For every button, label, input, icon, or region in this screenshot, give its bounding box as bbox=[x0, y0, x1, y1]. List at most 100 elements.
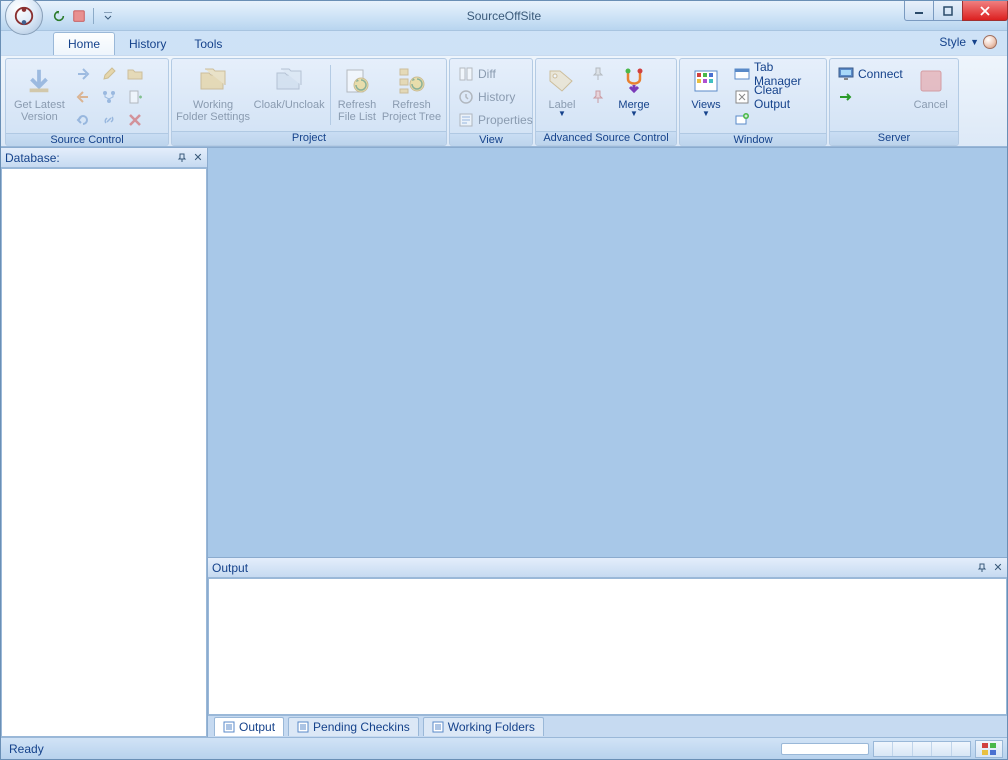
tag-icon bbox=[548, 69, 576, 93]
minimize-button[interactable] bbox=[904, 1, 934, 21]
monitor-icon bbox=[838, 66, 854, 82]
output-panel-title: Output bbox=[212, 561, 248, 575]
pin-panel-button[interactable] bbox=[975, 561, 989, 575]
bottom-tab-output[interactable]: Output bbox=[214, 717, 284, 736]
close-icon bbox=[979, 6, 991, 16]
clock-icon bbox=[458, 89, 474, 105]
style-label: Style bbox=[939, 35, 966, 49]
database-panel-header[interactable]: Database: ✕ bbox=[1, 148, 207, 168]
maximize-button[interactable] bbox=[933, 1, 963, 21]
chevron-down-icon: ▼ bbox=[630, 109, 638, 118]
window-icon bbox=[734, 66, 750, 82]
cloak-folders-icon bbox=[273, 67, 305, 95]
cancel-stop-icon bbox=[918, 68, 944, 94]
cloak-uncloak-button[interactable]: Cloak/Uncloak bbox=[252, 61, 326, 129]
reconnect-button[interactable] bbox=[834, 86, 907, 108]
maximize-icon bbox=[943, 6, 953, 16]
view-switcher[interactable] bbox=[873, 741, 971, 757]
properties-icon bbox=[458, 112, 474, 128]
pin-panel-button[interactable] bbox=[175, 151, 189, 165]
label-button[interactable]: Label ▼ bbox=[540, 61, 584, 129]
chevron-down-icon: ▼ bbox=[558, 109, 566, 118]
stop-icon bbox=[72, 9, 86, 23]
pin-button[interactable] bbox=[586, 63, 610, 85]
share-button[interactable] bbox=[97, 109, 121, 131]
merge-button[interactable]: Merge ▼ bbox=[612, 61, 656, 129]
group-advanced-source-control: Label ▼ Merge ▼ Advanced Source Control bbox=[535, 58, 677, 146]
edit-button[interactable] bbox=[97, 63, 121, 85]
close-button[interactable] bbox=[962, 1, 1008, 21]
properties-button[interactable]: Properties bbox=[454, 109, 537, 131]
qat-refresh-button[interactable] bbox=[51, 8, 67, 24]
clear-output-button[interactable]: Clear Output bbox=[730, 86, 822, 108]
group-project: Working Folder Settings Cloak/Uncloak Re… bbox=[171, 58, 447, 146]
right-area: Output ✕ Output Pending Checkins Working… bbox=[208, 148, 1007, 737]
quick-access-toolbar bbox=[51, 8, 116, 24]
output-panel-header[interactable]: Output ✕ bbox=[208, 558, 1007, 578]
status-tray-button[interactable] bbox=[975, 740, 1003, 758]
group-label: View bbox=[450, 133, 532, 146]
database-tree-view[interactable] bbox=[1, 168, 207, 737]
ribbon-tab-strip: Home History Tools Style ▼ bbox=[1, 31, 1007, 55]
get-latest-version-button[interactable]: Get Latest Version bbox=[10, 61, 69, 129]
qat-customize-button[interactable] bbox=[100, 8, 116, 24]
refresh-file-list-button[interactable]: Refresh File List bbox=[335, 61, 379, 129]
bottom-tab-strip: Output Pending Checkins Working Folders bbox=[208, 715, 1007, 737]
tab-history[interactable]: History bbox=[115, 33, 180, 55]
views-button[interactable]: Views ▼ bbox=[684, 61, 728, 129]
client-area: Database: ✕ Output ✕ Output Pending Chec… bbox=[1, 147, 1007, 737]
output-text-area[interactable] bbox=[208, 578, 1007, 715]
cancel-button[interactable]: Cancel bbox=[909, 61, 953, 129]
views-grid-icon bbox=[693, 69, 719, 93]
list-icon bbox=[223, 721, 235, 733]
pushpin-icon bbox=[977, 563, 987, 573]
unpin-icon bbox=[590, 89, 606, 105]
separator bbox=[330, 65, 331, 125]
output-panel: Output ✕ Output Pending Checkins Working… bbox=[208, 557, 1007, 737]
checkin-arrow-icon bbox=[75, 89, 91, 105]
bottom-tab-working-folders[interactable]: Working Folders bbox=[423, 717, 544, 736]
reconnect-arrow-icon bbox=[838, 89, 854, 105]
undo-checkout-button[interactable] bbox=[71, 109, 95, 131]
app-orb-button[interactable] bbox=[5, 0, 43, 35]
close-panel-button[interactable]: ✕ bbox=[991, 561, 1005, 575]
working-folder-settings-button[interactable]: Working Folder Settings bbox=[176, 61, 250, 129]
delete-button[interactable] bbox=[123, 109, 147, 131]
style-menu[interactable]: Style ▼ bbox=[939, 35, 997, 49]
download-arrow-icon bbox=[24, 66, 54, 96]
pencil-icon bbox=[101, 66, 117, 82]
tab-tools[interactable]: Tools bbox=[180, 33, 236, 55]
tab-home[interactable]: Home bbox=[53, 32, 115, 55]
history-button[interactable]: History bbox=[454, 86, 537, 108]
new-window-button[interactable] bbox=[730, 109, 822, 131]
ribbon: Get Latest Version Source Control bbox=[1, 55, 1007, 147]
connect-button[interactable]: Connect bbox=[834, 63, 907, 85]
diff-icon bbox=[458, 66, 474, 82]
diff-button[interactable]: Diff bbox=[454, 63, 537, 85]
folder-icon bbox=[127, 66, 143, 82]
refresh-small-icon bbox=[52, 9, 66, 23]
group-label: Server bbox=[830, 131, 958, 145]
tray-icon bbox=[981, 742, 997, 756]
branch-button[interactable] bbox=[97, 86, 121, 108]
list-icon bbox=[432, 721, 444, 733]
style-orb-icon bbox=[983, 35, 997, 49]
new-window-icon bbox=[734, 112, 750, 128]
add-file-button[interactable] bbox=[123, 86, 147, 108]
checkin-button[interactable] bbox=[71, 86, 95, 108]
close-panel-button[interactable]: ✕ bbox=[191, 151, 205, 165]
merge-icon bbox=[620, 67, 648, 95]
folders-icon bbox=[197, 67, 229, 95]
group-window: Views ▼ Tab Manager Clear Output Window bbox=[679, 58, 827, 146]
branch-icon bbox=[101, 89, 117, 105]
qat-separator bbox=[93, 8, 94, 24]
refresh-file-icon bbox=[343, 67, 371, 95]
window-controls bbox=[904, 1, 1007, 21]
bottom-tab-pending-checkins[interactable]: Pending Checkins bbox=[288, 717, 419, 736]
checkout-button[interactable] bbox=[71, 63, 95, 85]
refresh-project-tree-button[interactable]: Refresh Project Tree bbox=[381, 61, 442, 129]
tab-manager-button[interactable]: Tab Manager bbox=[730, 63, 822, 85]
add-folder-button[interactable] bbox=[123, 63, 147, 85]
qat-stop-button[interactable] bbox=[71, 8, 87, 24]
unpin-button[interactable] bbox=[586, 86, 610, 108]
